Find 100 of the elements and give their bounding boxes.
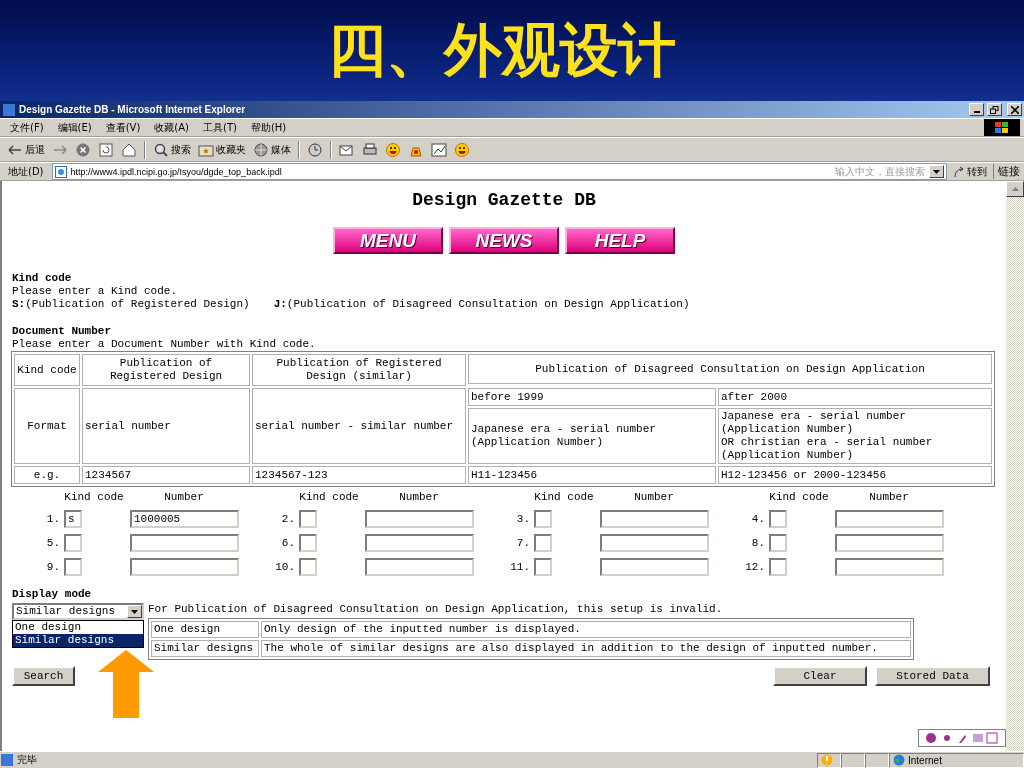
column-label: Kind code xyxy=(533,491,595,504)
number-field[interactable] xyxy=(600,558,709,576)
kind-code-field[interactable] xyxy=(534,558,552,576)
close-button[interactable] xyxy=(1007,103,1022,116)
number-field[interactable] xyxy=(835,534,944,552)
stored-data-button[interactable]: Stored Data xyxy=(875,666,990,686)
kind-code-field[interactable] xyxy=(299,534,317,552)
smiley-icon xyxy=(385,141,401,158)
links-button[interactable]: 链接 xyxy=(993,164,1020,179)
row-number: 2. xyxy=(280,512,296,526)
ime-toolbar[interactable] xyxy=(918,729,1006,747)
go-arrow-icon xyxy=(953,165,965,178)
instruction-text: Please enter a Document Number with Kind code. xyxy=(12,338,317,351)
row-number: 9. xyxy=(45,560,61,574)
dropdown-option[interactable]: Similar designs xyxy=(13,634,143,647)
window-title: Design Gazette DB - Microsoft Internet Explorer xyxy=(19,104,247,115)
address-field[interactable]: http://www4.ipdl.ncipi.go.jp/Isyou/dgde_top_back.ipdl 输入中文，直接搜索 xyxy=(51,163,947,180)
globe-icon xyxy=(253,141,269,158)
number-field[interactable]: 1000005 xyxy=(130,510,239,528)
section-title: Display mode xyxy=(12,588,93,601)
row-number: 1. xyxy=(45,512,61,526)
zone-text: Internet xyxy=(908,754,942,766)
kind-code-field[interactable] xyxy=(64,534,82,552)
table-cell: serial number xyxy=(82,388,250,464)
kind-code-field[interactable] xyxy=(534,534,552,552)
table-header-cell: Publication of Registered Design xyxy=(82,354,250,386)
restore-button[interactable] xyxy=(987,103,1002,116)
status-text: 完毕 xyxy=(16,753,38,767)
globe-icon xyxy=(893,754,905,766)
table-header-cell: Kind code xyxy=(14,354,80,386)
menu-item[interactable]: 工具(T) xyxy=(197,120,245,135)
column-label: Number xyxy=(633,491,675,504)
table-cell: The whole of similar designs are also displayed in addition to the design of inputted number. xyxy=(261,640,911,657)
display-mode-select[interactable]: Similar designs xyxy=(12,603,144,620)
kind-code-option: J:(Publication of Disagreed Consultation on Design Application) xyxy=(273,298,690,311)
row-number: 3. xyxy=(515,512,531,526)
section-title: Document Number xyxy=(12,325,113,338)
toolbar-button[interactable]: 媒体 xyxy=(250,139,294,160)
table-cell: e.g. xyxy=(14,466,80,484)
number-field[interactable] xyxy=(365,558,474,576)
nav-button[interactable]: NEWS xyxy=(449,227,559,254)
toolbar-button[interactable]: 搜索 xyxy=(150,139,194,160)
table-cell: Format xyxy=(14,388,80,464)
number-field[interactable] xyxy=(600,510,709,528)
menu-item[interactable]: 编辑(E) xyxy=(51,120,100,135)
note-text: For Publication of Disagreed Consultation on Design Application, this setup is invalid. xyxy=(148,603,724,616)
clear-button[interactable]: Clear xyxy=(773,666,867,686)
nav-button[interactable]: HELP xyxy=(565,227,675,254)
kind-code-field[interactable]: s xyxy=(64,510,82,528)
column-label: Kind code xyxy=(63,491,125,504)
kind-code-field[interactable] xyxy=(769,534,787,552)
clock-icon xyxy=(307,141,323,158)
menu-item[interactable]: 收藏(A) xyxy=(148,120,197,135)
dropdown-arrow-icon xyxy=(131,609,138,614)
kind-code-option: S:(Publication of Registered Design) xyxy=(12,298,250,311)
menu-item[interactable]: 文件(F) xyxy=(4,120,52,135)
number-field[interactable] xyxy=(365,510,474,528)
number-field[interactable] xyxy=(130,534,239,552)
table-cell: 1234567 xyxy=(82,466,250,484)
nav-button[interactable]: MENU xyxy=(333,227,443,254)
number-field[interactable] xyxy=(835,558,944,576)
kind-code-field[interactable] xyxy=(64,558,82,576)
windows-logo-icon xyxy=(995,121,1009,134)
table-cell: before 1999 xyxy=(468,388,716,406)
search-button[interactable]: Search xyxy=(12,666,75,686)
menu-item[interactable]: 帮助(H) xyxy=(244,120,295,135)
kind-code-field[interactable] xyxy=(769,510,787,528)
smiley-icon xyxy=(454,141,470,158)
row-number: 7. xyxy=(515,536,531,550)
row-number: 12. xyxy=(744,560,766,574)
row-number: 11. xyxy=(509,560,531,574)
scroll-up-button[interactable] xyxy=(1006,181,1024,197)
menu-item[interactable]: 查看(V) xyxy=(99,120,149,135)
kind-code-field[interactable] xyxy=(534,510,552,528)
kind-code-field[interactable] xyxy=(769,558,787,576)
table-cell: 1234567-123 xyxy=(252,466,466,484)
number-field[interactable] xyxy=(835,510,944,528)
refresh-icon xyxy=(98,141,114,158)
restore-icon xyxy=(990,105,999,114)
minimize-icon xyxy=(973,111,980,113)
minimize-button[interactable] xyxy=(969,103,984,116)
number-field[interactable] xyxy=(600,534,709,552)
column-label: Kind code xyxy=(298,491,360,504)
toolbar-button[interactable]: 后退 xyxy=(4,139,48,160)
go-button[interactable]: 转到 xyxy=(947,164,993,179)
search-icon xyxy=(153,141,169,158)
row-number: 10. xyxy=(274,560,296,574)
kind-code-field[interactable] xyxy=(299,558,317,576)
toolbar-button[interactable]: 收藏夹 xyxy=(195,139,249,160)
kind-code-field[interactable] xyxy=(299,510,317,528)
address-label: 地址(D) xyxy=(7,164,45,179)
table-cell: Similar designs xyxy=(151,640,259,657)
table-cell: H12-123456 or 2000-123456 xyxy=(718,466,992,484)
search-hint: 输入中文，直接搜索 xyxy=(835,164,925,179)
number-field[interactable] xyxy=(130,558,239,576)
table-cell: after 2000 xyxy=(718,388,992,406)
table-cell: H11-123456 xyxy=(468,466,716,484)
row-number: 6. xyxy=(280,536,296,550)
table-cell: One design xyxy=(151,621,259,638)
number-field[interactable] xyxy=(365,534,474,552)
